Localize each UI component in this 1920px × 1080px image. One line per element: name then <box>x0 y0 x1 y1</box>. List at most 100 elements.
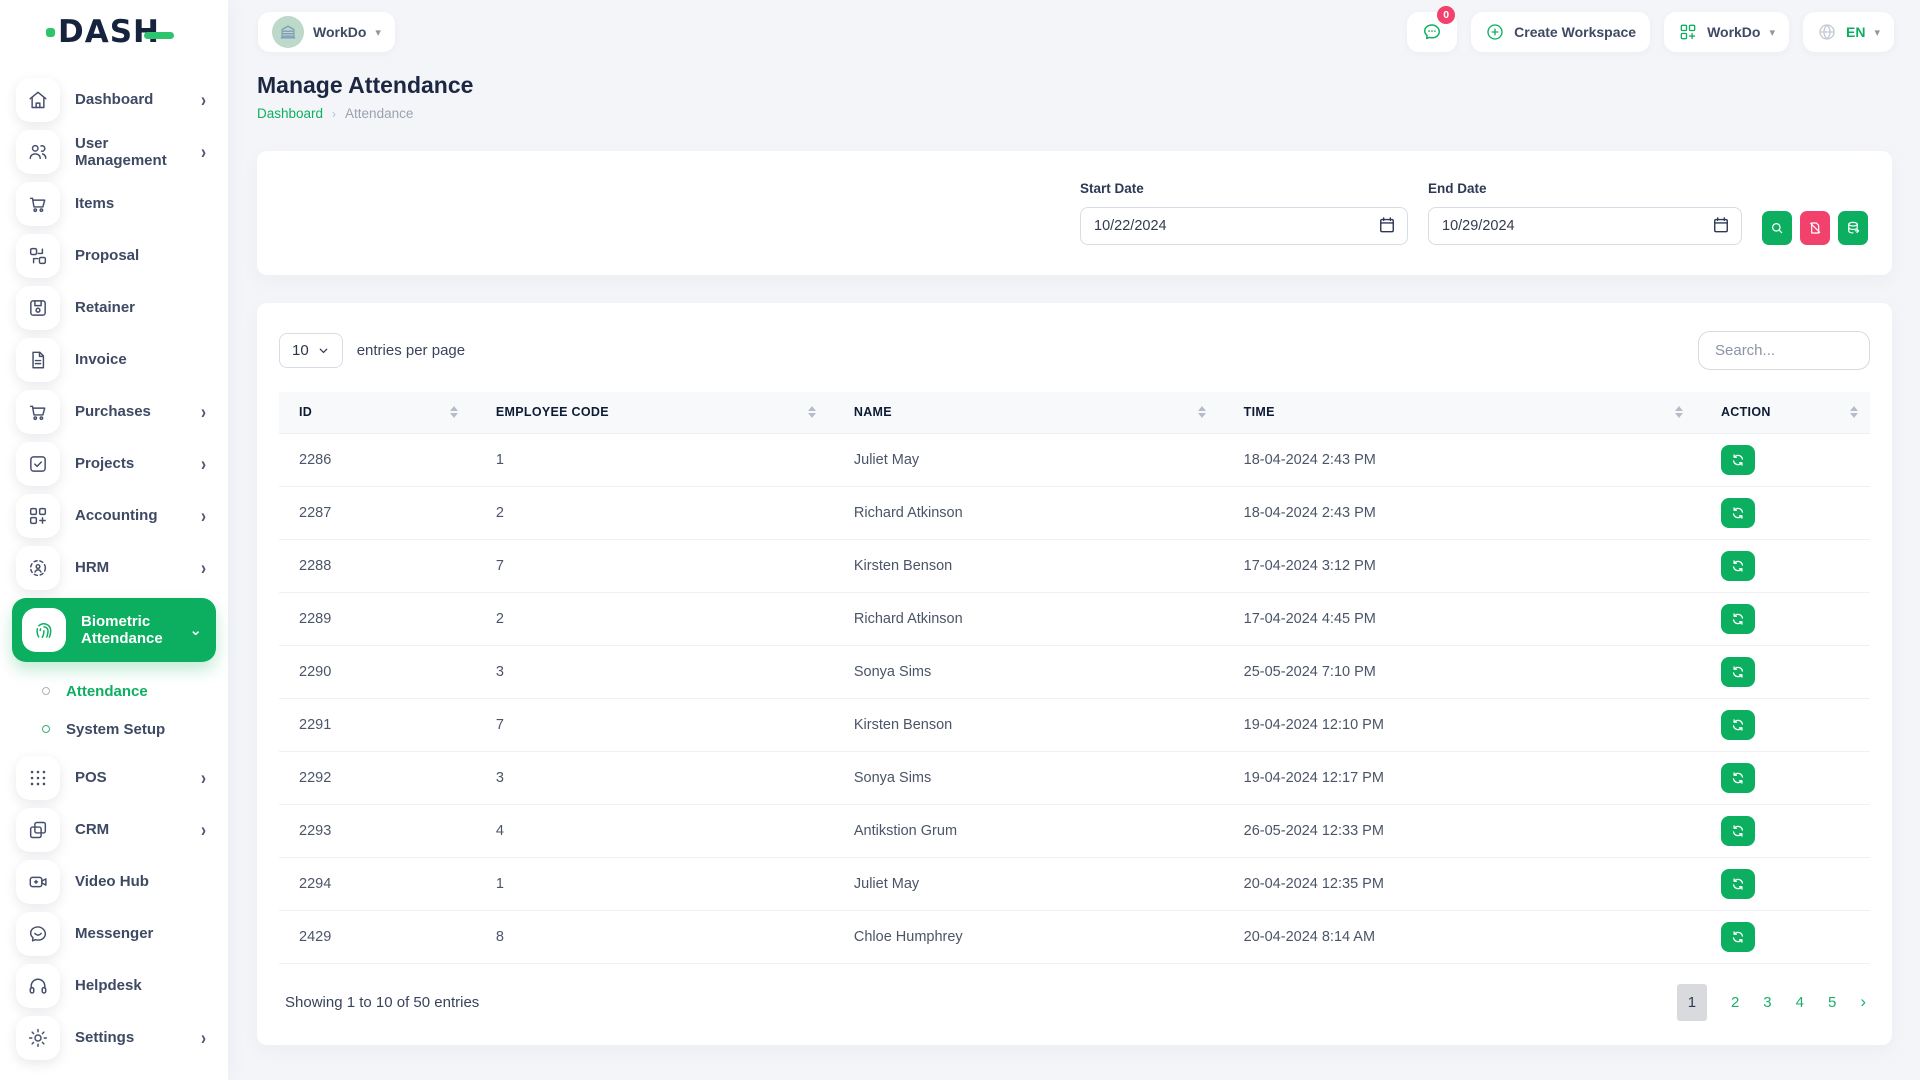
sidebar-item-invoice[interactable]: Invoice <box>12 338 216 382</box>
create-workspace-button[interactable]: Create Workspace <box>1471 12 1650 52</box>
sidebar-item-video-hub[interactable]: Video Hub <box>12 860 216 904</box>
column-header-employee-code[interactable]: EMPLOYEE CODE <box>470 392 828 433</box>
chevron-down-icon: ▾ <box>1769 26 1775 39</box>
topbar-actions: 0 Create Workspace WorkDo ▾ EN ▾ <box>1407 12 1894 52</box>
page-button-3[interactable]: 3 <box>1763 994 1771 1011</box>
resync-button[interactable] <box>1721 551 1755 581</box>
chevron-down-icon: ▾ <box>1874 26 1880 39</box>
column-header-name[interactable]: NAME <box>828 392 1218 433</box>
sidebar-item-proposal[interactable]: Proposal <box>12 234 216 278</box>
sort-icon[interactable] <box>1675 406 1683 418</box>
app-menu-button[interactable]: WorkDo ▾ <box>1664 12 1789 52</box>
page-button-2[interactable]: 2 <box>1731 994 1739 1011</box>
sidebar-item-hrm[interactable]: HRM › <box>12 546 216 590</box>
resync-button[interactable] <box>1721 445 1755 475</box>
sidebar-item-user-management[interactable]: User Management › <box>12 130 216 174</box>
sort-icon[interactable] <box>1198 406 1206 418</box>
sort-icon[interactable] <box>808 406 816 418</box>
fingerprint-icon <box>22 608 66 652</box>
sidebar-item-projects[interactable]: Projects › <box>12 442 216 486</box>
resync-button[interactable] <box>1721 498 1755 528</box>
table-search-input[interactable] <box>1698 331 1870 370</box>
logo-dash-bar <box>144 32 174 39</box>
refresh-icon <box>1730 823 1746 839</box>
table-header-row: ID EMPLOYEE CODE NAME TIME ACTION <box>279 392 1870 433</box>
sort-icon[interactable] <box>1850 406 1858 418</box>
sidebar-item-pos[interactable]: POS › <box>12 756 216 800</box>
column-header-action[interactable]: ACTION <box>1695 392 1870 433</box>
chevron-right-icon: › <box>201 141 206 163</box>
breadcrumb-dashboard-link[interactable]: Dashboard <box>257 106 323 121</box>
pagination: 1 2 3 4 5 › <box>1677 984 1866 1021</box>
person-target-icon <box>16 546 60 590</box>
end-date-label: End Date <box>1428 181 1742 196</box>
table-row: 24298Chloe Humphrey20-04-2024 8:14 AM <box>279 910 1870 963</box>
chevron-right-icon: › <box>201 89 206 111</box>
table-row: 22903Sonya Sims25-05-2024 7:10 PM <box>279 645 1870 698</box>
refresh-icon <box>1730 770 1746 786</box>
resync-button[interactable] <box>1721 816 1755 846</box>
sidebar-item-settings[interactable]: Settings › <box>12 1016 216 1060</box>
sidebar-item-retainer[interactable]: Retainer <box>12 286 216 330</box>
reset-filter-button[interactable] <box>1800 211 1830 245</box>
database-export-icon <box>1845 220 1861 236</box>
refresh-icon <box>1730 558 1746 574</box>
app-root: DASH Dashboard › User Management › Items <box>0 0 1920 1080</box>
sidebar-item-crm[interactable]: CRM › <box>12 808 216 852</box>
export-button[interactable] <box>1838 211 1868 245</box>
sidebar-item-messenger[interactable]: Messenger <box>12 912 216 956</box>
table-footer: Showing 1 to 10 of 50 entries 1 2 3 4 5 … <box>279 984 1870 1021</box>
calendar-icon[interactable] <box>1711 215 1731 240</box>
column-header-id[interactable]: ID <box>279 392 470 433</box>
chevron-right-icon: › <box>201 505 206 527</box>
end-date-input[interactable] <box>1428 207 1742 245</box>
next-page-button[interactable]: › <box>1860 992 1866 1012</box>
users-icon <box>16 130 60 174</box>
sidebar-item-dashboard[interactable]: Dashboard › <box>12 78 216 122</box>
table-row: 22887Kirsten Benson17-04-2024 3:12 PM <box>279 539 1870 592</box>
sidebar-item-purchases[interactable]: Purchases › <box>12 390 216 434</box>
sidebar-item-accounting[interactable]: Accounting › <box>12 494 216 538</box>
resync-button[interactable] <box>1721 710 1755 740</box>
brand-logo[interactable]: DASH <box>0 0 228 64</box>
sidebar-item-items[interactable]: Items <box>12 182 216 226</box>
chevron-right-icon: › <box>201 819 206 841</box>
resync-button[interactable] <box>1721 604 1755 634</box>
column-header-time[interactable]: TIME <box>1218 392 1695 433</box>
headset-icon <box>16 964 60 1008</box>
apply-filter-button[interactable] <box>1762 211 1792 245</box>
resync-button[interactable] <box>1721 763 1755 793</box>
start-date-input[interactable] <box>1080 207 1408 245</box>
messages-badge: 0 <box>1437 6 1455 24</box>
submenu-item-attendance[interactable]: Attendance <box>42 676 216 706</box>
page-size-select[interactable]: 10 <box>279 333 343 368</box>
table-row: 22917Kirsten Benson19-04-2024 12:10 PM <box>279 698 1870 751</box>
topbar: WorkDo ▾ 0 Create Workspace WorkDo ▾ <box>228 0 1920 64</box>
filter-buttons <box>1762 211 1868 247</box>
chevron-right-icon: › <box>201 1027 206 1049</box>
page-button-1[interactable]: 1 <box>1677 984 1707 1021</box>
workspace-switcher[interactable]: WorkDo ▾ <box>258 12 395 52</box>
submenu-item-system-setup[interactable]: System Setup <box>42 714 216 744</box>
attendance-table: ID EMPLOYEE CODE NAME TIME ACTION 22861J… <box>279 392 1870 964</box>
sort-icon[interactable] <box>450 406 458 418</box>
sidebar-item-biometric-attendance[interactable]: Biometric Attendance ⌄ <box>12 598 216 662</box>
swap-squares-icon <box>16 234 60 278</box>
table-body: 22861Juliet May18-04-2024 2:43 PM 22872R… <box>279 433 1870 963</box>
chevron-down-icon: ⌄ <box>189 621 202 639</box>
logo-dot <box>46 28 55 37</box>
overlap-squares-icon <box>16 808 60 852</box>
resync-button[interactable] <box>1721 657 1755 687</box>
page-button-5[interactable]: 5 <box>1828 994 1836 1011</box>
sidebar-item-helpdesk[interactable]: Helpdesk <box>12 964 216 1008</box>
grid-plus-icon <box>16 494 60 538</box>
resync-button[interactable] <box>1721 869 1755 899</box>
language-selector[interactable]: EN ▾ <box>1803 12 1894 52</box>
messages-button[interactable]: 0 <box>1407 12 1457 52</box>
floppy-icon <box>16 286 60 330</box>
calendar-icon[interactable] <box>1377 215 1397 240</box>
table-row: 22892Richard Atkinson17-04-2024 4:45 PM <box>279 592 1870 645</box>
resync-button[interactable] <box>1721 922 1755 952</box>
page-button-4[interactable]: 4 <box>1796 994 1804 1011</box>
refresh-icon <box>1730 452 1746 468</box>
